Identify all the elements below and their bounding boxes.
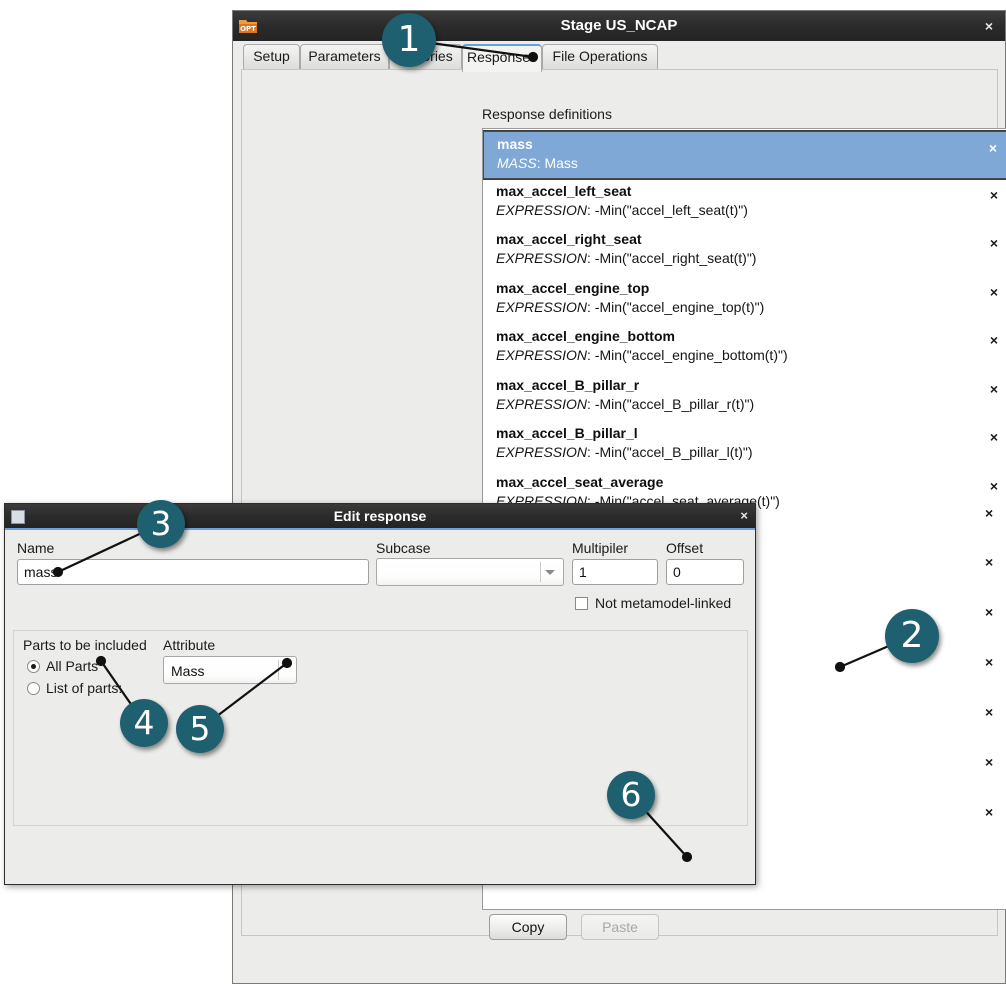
response-detail: EXPRESSION: -Min("accel_B_pillar_l(t)") — [496, 444, 753, 460]
response-detail-text: -Min("accel_B_pillar_r(t)") — [594, 396, 755, 412]
response-detail: EXPRESSION: -Min("accel_engine_bottom(t)… — [496, 347, 788, 363]
not-metamodel-linked-checkbox[interactable] — [575, 597, 588, 610]
name-label: Name — [17, 540, 55, 556]
response-detail: EXPRESSION: -Min("accel_B_pillar_r(t)") — [496, 396, 755, 412]
tab-file-operations[interactable]: File Operations — [542, 44, 658, 69]
not-metamodel-linked-label: Not metamodel-linked — [595, 595, 732, 611]
response-type: EXPRESSION — [496, 396, 588, 412]
response-name: max_accel_engine_top — [496, 280, 650, 296]
dialog-titlebar: Edit response × — [5, 504, 755, 528]
response-detail-text: -Min("accel_B_pillar_l(t)") — [594, 444, 753, 460]
list-of-parts-radio-row[interactable]: List of parts: — [27, 680, 122, 696]
response-list-item[interactable]: max_accel_engine_top EXPRESSION: -Min("a… — [483, 276, 1006, 324]
response-detail-text: -Min("accel_engine_top(t)") — [594, 299, 765, 315]
response-detail-text: Mass — [544, 155, 578, 171]
list-of-parts-radio[interactable] — [27, 682, 40, 695]
callout-badge-6: 6 — [607, 771, 655, 819]
callout-badge-3: 3 — [137, 500, 185, 548]
response-detail-text: -Min("accel_right_seat(t)") — [594, 250, 757, 266]
delete-response-icon[interactable]: × — [985, 654, 993, 670]
delete-response-icon[interactable]: × — [985, 554, 993, 570]
response-type: MASS — [497, 155, 537, 171]
delete-response-icon[interactable]: × — [986, 140, 1000, 156]
dialog-accent-line — [5, 528, 755, 530]
offset-input[interactable] — [666, 559, 744, 585]
subcase-select[interactable] — [376, 558, 564, 586]
not-metamodel-linked-row[interactable]: Not metamodel-linked — [575, 595, 731, 611]
multiplier-label: Multipiler — [572, 540, 629, 556]
response-name: max_accel_B_pillar_l — [496, 425, 638, 441]
response-detail: EXPRESSION: -Min("accel_left_seat(t)") — [496, 202, 748, 218]
attribute-label: Attribute — [163, 637, 216, 653]
divider — [540, 562, 541, 582]
response-list-item[interactable]: max_accel_right_seat EXPRESSION: -Min("a… — [483, 227, 1006, 275]
copy-button[interactable]: Copy — [489, 914, 567, 940]
main-titlebar: OPT Stage US_NCAP × — [233, 11, 1005, 41]
delete-response-icon[interactable]: × — [987, 478, 1001, 494]
response-type: EXPRESSION — [496, 444, 588, 460]
dialog-close-button[interactable]: × — [740, 504, 748, 528]
dialog-title: Edit response — [333, 508, 427, 524]
callout-badge-4: 4 — [120, 699, 168, 747]
list-of-parts-label: List of parts: — [46, 680, 123, 696]
screenshot-root: OPT Stage US_NCAP × Setup Parameters His… — [0, 0, 1006, 984]
response-list-item[interactable]: max_accel_engine_bottom EXPRESSION: -Min… — [483, 324, 1006, 372]
tab-setup[interactable]: Setup — [243, 44, 300, 69]
all-parts-label: All Parts — [46, 658, 99, 674]
tab-responses[interactable]: Responses — [462, 44, 542, 72]
response-list-item[interactable]: mass MASS: Mass × — [483, 130, 1006, 180]
response-list-item[interactable]: max_accel_left_seat EXPRESSION: -Min("ac… — [483, 179, 1006, 227]
all-parts-radio[interactable] — [27, 660, 40, 673]
response-name: max_accel_B_pillar_r — [496, 377, 640, 393]
response-name: max_accel_right_seat — [496, 231, 642, 247]
response-list-item[interactable]: max_accel_B_pillar_r EXPRESSION: -Min("a… — [483, 373, 1006, 421]
tab-parameters[interactable]: Parameters — [300, 44, 389, 69]
callout-badge-5: 5 — [176, 705, 224, 753]
response-definitions-label: Response definitions — [482, 106, 612, 122]
response-type: EXPRESSION — [496, 299, 588, 315]
tab-bar: Setup Parameters Histories Responses Fil… — [233, 41, 1005, 72]
divider — [278, 660, 279, 680]
delete-response-icon[interactable]: × — [985, 704, 993, 720]
delete-response-icon[interactable]: × — [985, 754, 993, 770]
delete-response-icon[interactable]: × — [987, 332, 1001, 348]
callout-badge-2: 2 — [885, 609, 939, 663]
response-type: EXPRESSION — [496, 250, 588, 266]
edit-response-dialog: Edit response × Name Subcase Multipiler … — [4, 503, 756, 885]
delete-response-icon[interactable]: × — [985, 804, 993, 820]
name-input[interactable] — [17, 559, 369, 585]
paste-button[interactable]: Paste — [581, 914, 659, 940]
callout-badge-1: 1 — [382, 13, 436, 67]
subcase-label: Subcase — [376, 540, 431, 556]
main-window-title: Stage US_NCAP — [560, 17, 678, 34]
delete-response-icon[interactable]: × — [985, 604, 993, 620]
delete-response-icon[interactable]: × — [987, 235, 1001, 251]
delete-response-icon[interactable]: × — [987, 429, 1001, 445]
response-name: max_accel_seat_average — [496, 474, 664, 490]
main-window-close-button[interactable]: × — [981, 11, 997, 41]
response-detail-text: -Min("accel_left_seat(t)") — [594, 202, 748, 218]
response-detail-text: -Min("accel_engine_bottom(t)") — [594, 347, 788, 363]
delete-response-icon[interactable]: × — [985, 505, 993, 521]
delete-response-icon[interactable]: × — [987, 284, 1001, 300]
chevron-down-icon — [545, 570, 555, 575]
delete-response-icon[interactable]: × — [987, 187, 1001, 203]
attribute-select[interactable]: Mass — [163, 656, 297, 684]
response-name: mass — [497, 136, 533, 152]
attribute-value: Mass — [171, 663, 205, 679]
response-detail: MASS: Mass — [497, 155, 578, 171]
parts-to-be-included-label: Parts to be included — [23, 637, 147, 653]
response-detail: EXPRESSION: -Min("accel_engine_top(t)") — [496, 299, 765, 315]
response-list-item[interactable]: max_accel_B_pillar_l EXPRESSION: -Min("a… — [483, 421, 1006, 469]
all-parts-radio-row[interactable]: All Parts — [27, 658, 98, 674]
multiplier-input[interactable] — [572, 559, 658, 585]
response-name: max_accel_engine_bottom — [496, 328, 675, 344]
response-type: EXPRESSION — [496, 347, 588, 363]
response-detail: EXPRESSION: -Min("accel_right_seat(t)") — [496, 250, 757, 266]
response-type: EXPRESSION — [496, 202, 588, 218]
response-name: max_accel_left_seat — [496, 183, 632, 199]
delete-response-icon[interactable]: × — [987, 381, 1001, 397]
offset-label: Offset — [666, 540, 704, 556]
